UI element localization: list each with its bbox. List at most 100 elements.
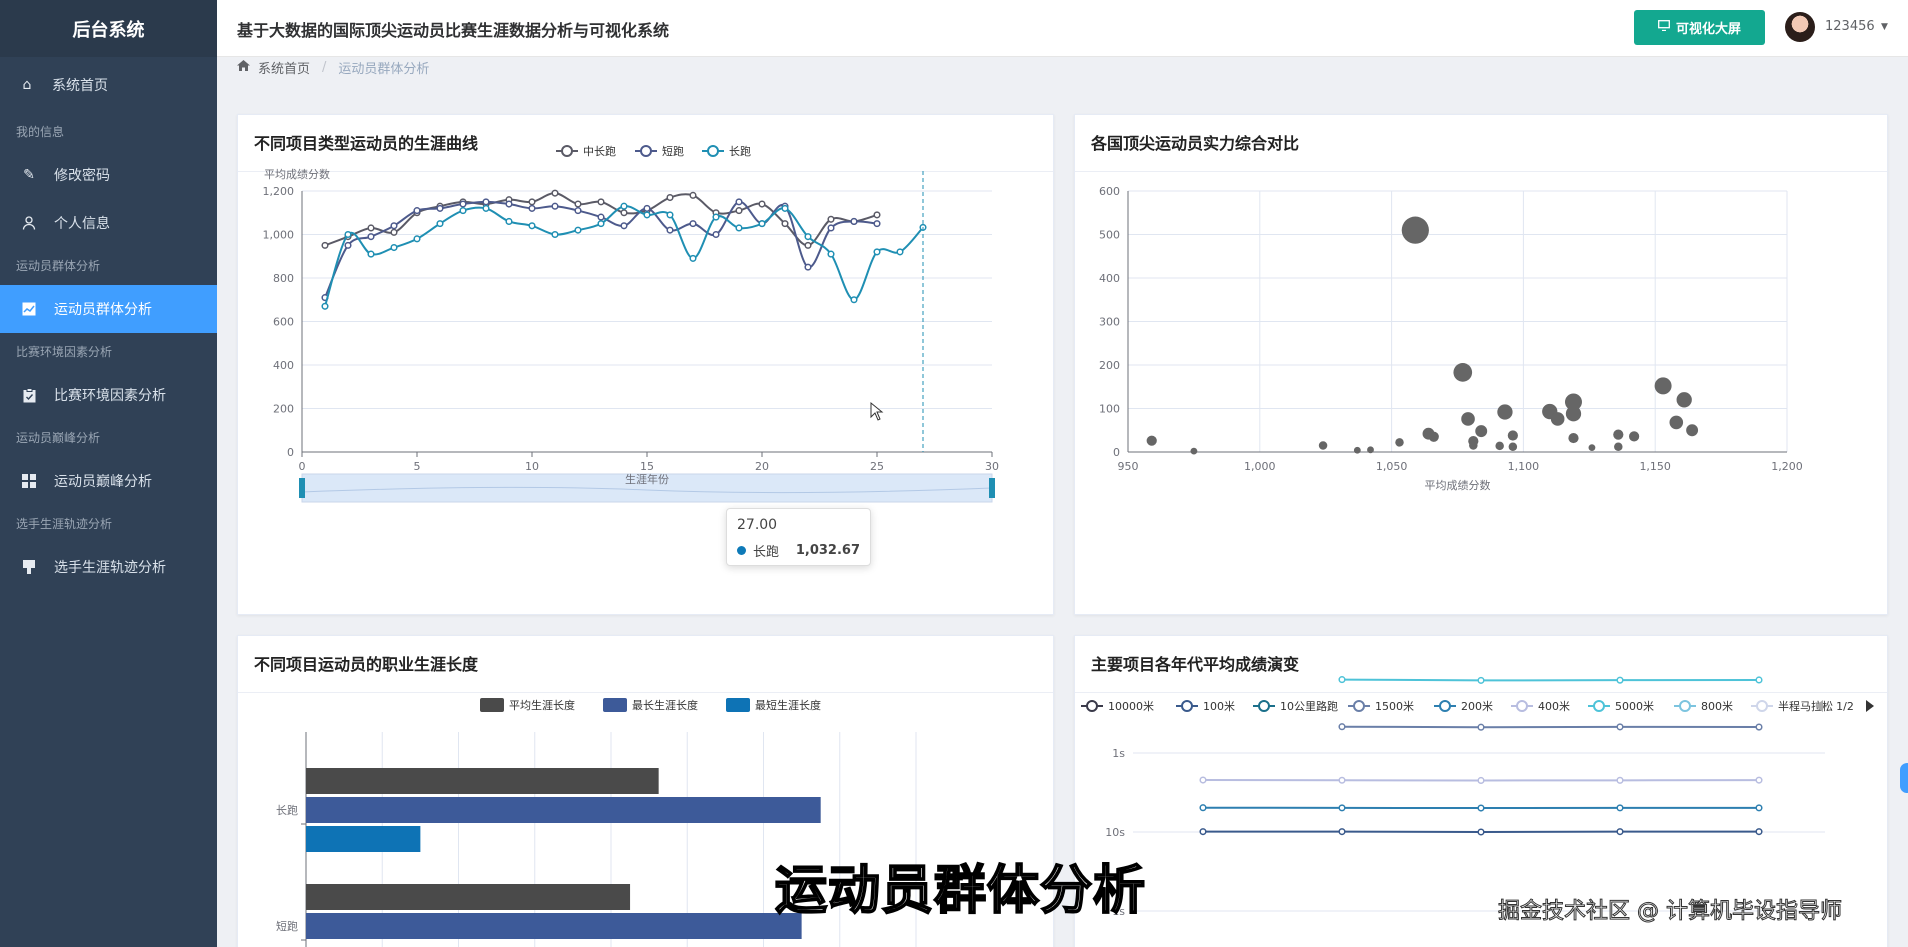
x-tick-label: 950 (1118, 460, 1139, 473)
scatter-point (1568, 432, 1579, 444)
sidebar-brand: 后台系统 (0, 0, 217, 57)
country-comparison-chart[interactable]: 0 100 200 300 400 500 600 950 1,000 1,050 1,100 1,1… (1075, 115, 1889, 616)
bar (306, 826, 421, 852)
floating-handle[interactable] (1900, 763, 1908, 793)
series-line (1341, 678, 1760, 682)
zoom-handle-right (989, 478, 995, 498)
legend-marker (1593, 700, 1605, 712)
data-point (574, 207, 582, 215)
data-point (620, 209, 628, 217)
sidebar-item-group-analysis[interactable]: 运动员群体分析 (0, 285, 217, 333)
sidebar-item-label: 修改密码 (54, 168, 110, 184)
sidebar-item-label: 比赛环境因素分析 (54, 388, 166, 404)
data-point (1616, 804, 1624, 812)
legend-label: 短跑 (662, 144, 684, 158)
legend-swatch (726, 698, 750, 712)
sidebar-item-home[interactable]: ⌂ 系统首页 (0, 57, 217, 113)
data-point (597, 220, 605, 228)
legend-marker (1353, 700, 1365, 712)
username[interactable]: 123456 (1825, 19, 1875, 34)
data-point (551, 230, 559, 239)
data-point (597, 213, 605, 221)
data-point (367, 224, 375, 232)
data-point (459, 207, 467, 215)
legend-swatch (603, 698, 627, 712)
sidebar-group-title: 选手生涯轨迹分析 (16, 517, 113, 531)
x-axis-title: 生涯年份 (625, 472, 669, 486)
breadcrumb-home[interactable]: 系统首页 (258, 58, 310, 77)
x-tick-label: 15 (640, 460, 654, 473)
y-tick-label: 800 (273, 272, 294, 285)
series-dot-icon (737, 546, 746, 555)
legend-marker (640, 145, 652, 157)
x-tick-label: 0 (299, 460, 306, 473)
bar (306, 884, 631, 910)
data-point (827, 224, 835, 232)
data-point (1338, 776, 1346, 784)
career-curve-chart[interactable]: 中长跑 短跑 长跑平均成绩分数02004006008001,0001,2000 5 10… (238, 115, 1055, 616)
breadcrumb-current: 运动员群体分析 (338, 61, 430, 77)
brush-icon (18, 559, 40, 575)
scatter-point (1428, 431, 1439, 442)
avatar[interactable] (1785, 12, 1815, 42)
legend-label: 最长生涯长度 (632, 698, 698, 712)
tooltip-x: 27.00 (737, 517, 778, 533)
data-point (804, 241, 812, 249)
data-point (528, 204, 536, 212)
data-point (1755, 804, 1763, 812)
data-point (804, 233, 812, 241)
user-icon (18, 216, 40, 230)
data-point (712, 230, 720, 239)
data-point (321, 241, 329, 249)
legend-marker (1679, 700, 1691, 712)
legend-label: 长跑 (729, 144, 751, 158)
sidebar-item-change-password[interactable]: ✎ 修改密码 (0, 151, 217, 199)
legend-marker (1756, 700, 1768, 712)
data-point (666, 226, 674, 234)
data-point (482, 198, 490, 206)
legend-label: 1500米 (1375, 700, 1414, 713)
legend-label: 最短生涯长度 (755, 698, 821, 712)
data-point (1616, 723, 1624, 731)
legend-label: 400米 (1538, 700, 1570, 713)
visual-screen-button[interactable]: 可视化大屏 (1634, 10, 1765, 45)
scatter-point (1507, 430, 1518, 441)
scatter-point (1190, 447, 1198, 455)
sidebar-group-title: 运动员巅峰分析 (16, 431, 101, 445)
y-tick-label: 1,200 (263, 185, 295, 198)
grid-icon (18, 474, 40, 488)
data-point (758, 220, 766, 228)
legend-marker (1439, 700, 1451, 712)
y-tick-label: 1,000 (263, 229, 295, 242)
scatter-point (1453, 363, 1473, 382)
y-tick-label: 1s (1112, 747, 1125, 760)
data-point (620, 222, 628, 230)
sidebar-item-label: 选手生涯轨迹分析 (54, 560, 166, 576)
data-point (1755, 676, 1763, 684)
y-tick-label: 400 (1099, 272, 1120, 285)
data-point (643, 211, 651, 219)
scatter-point (1146, 435, 1157, 446)
data-point (1338, 804, 1346, 812)
data-point (367, 250, 375, 258)
sidebar-group-title: 我的信息 (16, 125, 65, 139)
sidebar-item-environment[interactable]: 比赛环境因素分析 (0, 371, 217, 419)
tooltip-series: 长跑 (753, 545, 780, 560)
sidebar-item-peak[interactable]: 运动员巅峰分析 (0, 457, 217, 505)
y-tick-label: 500 (1099, 229, 1120, 242)
data-point (1477, 723, 1485, 731)
data-point (505, 217, 513, 225)
scatter-point (1318, 441, 1328, 450)
legend-next-icon (1866, 700, 1874, 712)
data-point (689, 191, 697, 199)
data-point (643, 204, 651, 212)
sidebar-item-profile[interactable]: 个人信息 (0, 199, 217, 247)
data-point (689, 220, 697, 228)
video-caption: 运动员群体分析 (774, 860, 1147, 922)
data-point (1199, 804, 1207, 812)
data-point (390, 244, 398, 252)
sidebar-item-trajectory[interactable]: 选手生涯轨迹分析 (0, 543, 217, 591)
data-point (1477, 804, 1485, 812)
caret-down-icon[interactable]: ▼ (1881, 22, 1888, 32)
legend-label: 半程马拉松 (1778, 699, 1833, 713)
